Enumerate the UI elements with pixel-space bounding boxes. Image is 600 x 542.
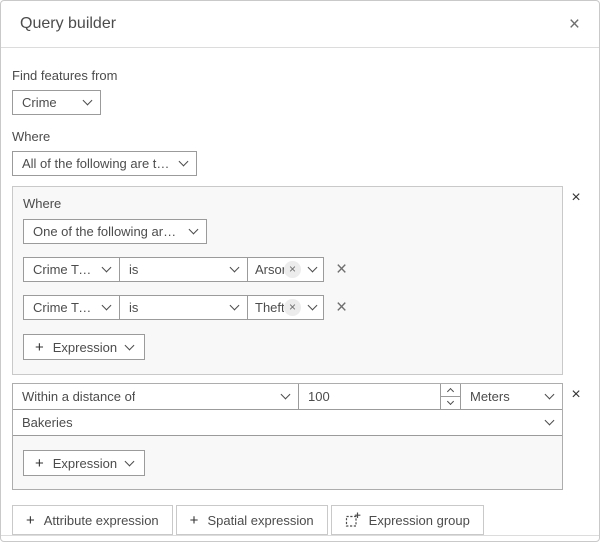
spatial-operator-select[interactable]: Within a distance of [13,384,298,410]
field-select[interactable]: Crime Type [23,295,120,320]
chevron-down-icon [544,415,555,426]
operator-select[interactable]: is [119,295,248,320]
field-select-value: Crime Type [33,300,93,315]
expression-group-icon [345,512,361,527]
chevron-down-icon [101,300,112,311]
dialog-footer: Cancel Add [1,535,599,541]
where-operator-value: All of the following are true [22,156,170,171]
add-expression-button[interactable]: Expression [23,450,146,476]
group1-operator-select[interactable]: One of the following are tr... [23,219,207,244]
expression-group-2: Within a distance of 100 Meters Bakeries… [12,383,563,490]
chevron-down-icon [307,262,318,273]
find-features-label: Find features from [12,68,118,83]
target-layer-value: Bakeries [22,415,73,430]
chevron-down-icon [229,262,240,273]
condition-row: Crime Type is Arson [23,257,552,282]
layer-select[interactable]: Crime [12,90,101,115]
delete-condition-icon[interactable] [336,260,347,279]
units-select-value: Meters [470,389,510,404]
layer-select-value: Crime [22,95,57,110]
delete-group-icon[interactable] [571,190,580,206]
dialog-body: Find features from Crime Where All of th… [1,48,599,535]
plus-icon [35,339,44,356]
group1-where-label: Where [23,196,62,211]
dialog-title: Query builder [20,15,117,32]
spatial-expression-label: Spatial expression [207,512,314,528]
plus-icon [26,512,35,529]
remove-value-icon[interactable] [284,261,301,278]
chevron-down-icon [124,340,135,350]
distance-input-wrap: 100 [298,384,460,410]
field-select-value: Crime Type [33,262,93,277]
add-expression-label: Expression [52,455,118,471]
attribute-expression-label: Attribute expression [43,512,159,528]
add-expression-button[interactable]: Expression [23,334,146,360]
operator-select-value: is [129,300,139,315]
spinner-down-button[interactable] [441,396,460,409]
chevron-down-icon [280,389,291,400]
operator-select[interactable]: is [119,257,248,282]
chevron-down-icon [101,262,112,273]
chevron-down-icon [544,389,555,400]
number-spinner [440,384,460,409]
chevron-down-icon [124,456,135,466]
where-operator-select[interactable]: All of the following are true [12,151,197,176]
delete-condition-icon[interactable] [336,298,347,317]
expression-group-label: Expression group [368,512,470,528]
units-select[interactable]: Meters [460,384,562,410]
chevron-up-icon [446,387,455,395]
chevron-down-icon [446,398,455,406]
plus-icon [190,512,199,529]
chevron-down-icon [307,300,318,311]
add-expression-group-button[interactable]: Expression group [330,505,484,535]
condition-row: Crime Type is Theft [23,295,552,320]
add-spatial-expression-button[interactable]: Spatial expression [175,505,328,535]
distance-input[interactable]: 100 [299,384,440,409]
close-icon[interactable] [569,15,580,34]
chevron-down-icon [229,300,240,311]
expression-group-1: Where One of the following are tr... Cri… [12,186,563,375]
remove-value-icon[interactable] [284,299,301,316]
query-builder-dialog: Query builder Find features from Crime W… [0,0,600,542]
value-chip-label: Theft [255,300,284,315]
spinner-up-button[interactable] [441,384,460,397]
operator-select-value: is [129,262,139,277]
add-attribute-expression-button[interactable]: Attribute expression [12,505,173,535]
delete-group-icon[interactable] [571,387,580,403]
chevron-down-icon [178,156,189,167]
titlebar: Query builder [1,1,599,48]
chevron-down-icon [82,95,93,106]
plus-icon [35,455,44,472]
value-combobox[interactable]: Theft [247,295,324,320]
spatial-operator-value: Within a distance of [22,389,136,404]
value-chip-label: Arson [255,262,284,277]
chevron-down-icon [188,224,199,235]
expression-actions: Attribute expression Spatial expression … [12,505,589,535]
field-select[interactable]: Crime Type [23,257,120,282]
spatial-clause-row: Within a distance of 100 Meters [13,384,562,410]
add-expression-label: Expression [52,339,118,355]
where-label: Where [12,129,51,144]
value-combobox[interactable]: Arson [247,257,324,282]
group1-operator-value: One of the following are tr... [33,224,180,239]
target-layer-select[interactable]: Bakeries [13,410,562,436]
